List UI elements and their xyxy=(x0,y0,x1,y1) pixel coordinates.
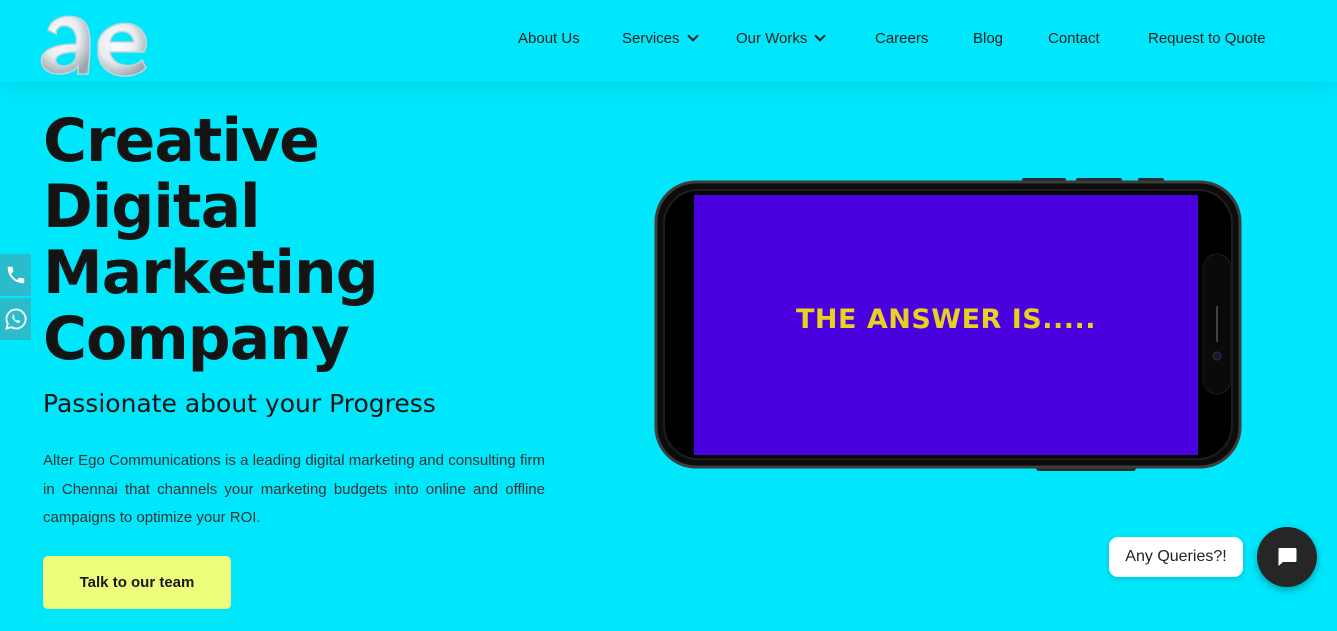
whatsapp-icon xyxy=(4,308,26,330)
nav-label: Services xyxy=(622,30,680,47)
nav-services[interactable]: Services xyxy=(622,30,699,47)
hero-title-line: Company xyxy=(43,304,350,374)
phone-icon xyxy=(7,266,24,284)
main-nav: About Us Services Our Works Careers Blog… xyxy=(0,30,1337,54)
nav-label: Contact xyxy=(1048,30,1100,47)
hero-subtitle: Passionate about your Progress xyxy=(43,389,436,418)
nav-label: Blog xyxy=(973,30,1004,47)
nav-contact[interactable]: Contact xyxy=(1048,30,1100,47)
nav-label: Our Works xyxy=(736,30,808,47)
chevron-down-icon xyxy=(686,30,699,42)
chat-queries-bubble[interactable]: Any Queries?! xyxy=(1109,537,1243,577)
chat-open-button[interactable] xyxy=(1257,527,1317,587)
whatsapp-contact-button[interactable] xyxy=(0,298,31,340)
hero-title-line: Marketing xyxy=(43,238,379,308)
site-header: About Us Services Our Works Careers Blog… xyxy=(0,0,1337,82)
hero-title-line: Digital xyxy=(43,172,261,242)
nav-about-us[interactable]: About Us xyxy=(518,30,580,47)
chevron-down-icon xyxy=(814,30,827,42)
hero-description: Alter Ego Communications is a leading di… xyxy=(43,452,545,526)
nav-label: About Us xyxy=(518,30,580,47)
nav-careers[interactable]: Careers xyxy=(875,30,928,47)
nav-label: Careers xyxy=(875,30,929,47)
nav-request-to-quote[interactable]: Request to Quote xyxy=(1148,30,1266,47)
talk-to-team-button[interactable]: Talk to our team xyxy=(43,556,231,609)
hero-title: Creative Digital Marketing Company xyxy=(43,106,379,374)
hero-title-line: Creative xyxy=(43,106,320,176)
nav-blog[interactable]: Blog xyxy=(973,30,1003,47)
chat-icon xyxy=(1278,548,1297,566)
video-screen-text: THE ANSWER IS..... xyxy=(796,304,1096,335)
nav-our-works[interactable]: Our Works xyxy=(736,30,827,47)
phone-contact-button[interactable] xyxy=(0,254,31,296)
nav-label: Request to Quote xyxy=(1148,30,1266,47)
chat-bubble-label: Any Queries?! xyxy=(1125,548,1227,565)
